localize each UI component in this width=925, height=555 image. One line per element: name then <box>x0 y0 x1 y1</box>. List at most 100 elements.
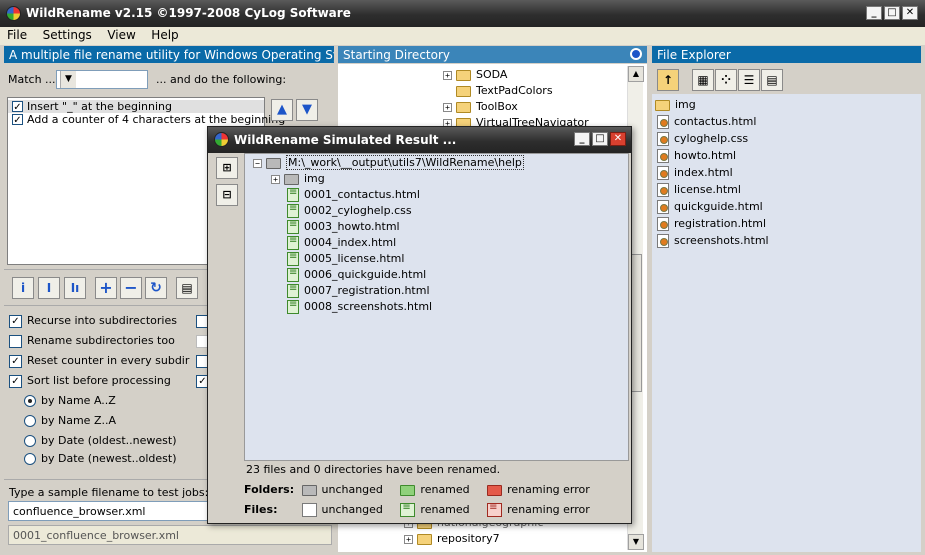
job-item[interactable]: ✓ Insert "_" at the beginning <box>8 100 264 113</box>
legend-files-label: Files: <box>244 503 278 516</box>
radio-button[interactable] <box>24 395 36 407</box>
dialog-close-button[interactable]: ✕ <box>610 132 626 146</box>
result-item-label: img <box>304 172 325 185</box>
dialog-titlebar[interactable]: WildRename Simulated Result ... _ □ ✕ <box>208 127 631 153</box>
refresh-icon[interactable]: ↻ <box>145 277 167 299</box>
list-icon[interactable]: ▤ <box>176 277 198 299</box>
option-recurse[interactable]: ✓ Recurse into subdirectories <box>9 314 177 330</box>
details-view-icon[interactable]: ▤ <box>761 69 783 91</box>
starting-directory-title: Starting Directory <box>343 48 450 62</box>
result-item[interactable]: + img <box>271 172 325 185</box>
chevron-down-icon[interactable]: ▼ <box>60 71 76 88</box>
job-checkbox[interactable]: ✓ <box>12 114 23 126</box>
minimize-button[interactable]: _ <box>866 6 882 20</box>
result-item[interactable]: 0004_index.html <box>287 235 396 250</box>
result-item[interactable]: 0006_quickguide.html <box>287 267 426 282</box>
legend-error: renaming error <box>507 503 590 516</box>
explorer-item-label: registration.html <box>674 217 767 230</box>
explorer-item[interactable]: howto.html <box>657 149 736 163</box>
menu-settings[interactable]: Settings <box>36 27 97 42</box>
maximize-button[interactable]: □ <box>884 6 900 20</box>
menu-file[interactable]: File <box>0 27 32 42</box>
add-icon[interactable]: + <box>95 277 117 299</box>
scroll-down-icon[interactable]: ▼ <box>628 534 644 550</box>
result-item[interactable]: 0001_contactus.html <box>287 187 420 202</box>
expand-icon[interactable]: + <box>443 70 452 80</box>
option-rename-subdirs[interactable]: Rename subdirectories too <box>9 334 175 350</box>
expand-all-icon[interactable]: ⊞ <box>216 157 238 179</box>
tree-node[interactable]: + ToolBox <box>443 100 518 113</box>
tree-node-label: ToolBox <box>476 100 518 113</box>
tree-node[interactable]: + SODA <box>443 68 507 81</box>
file-renamed-icon <box>287 203 299 218</box>
move-up-button[interactable]: ▲ <box>271 99 293 121</box>
result-item[interactable]: 0005_license.html <box>287 251 404 266</box>
option-sort-list[interactable]: ✓ Sort list before processing <box>9 374 171 390</box>
file-error-icon <box>487 502 503 517</box>
expand-icon[interactable]: + <box>271 174 280 184</box>
small-icons-view-icon[interactable]: ⁘ <box>715 69 737 91</box>
collapse-icon[interactable]: − <box>253 158 262 168</box>
sort-name-az[interactable]: by Name A..Z <box>24 394 116 410</box>
file-explorer-list[interactable]: img contactus.html cyloghelp.css howto.h… <box>652 94 921 552</box>
explorer-item[interactable]: registration.html <box>657 217 766 231</box>
radio-button[interactable] <box>24 415 36 427</box>
radio-button[interactable] <box>24 435 36 447</box>
option-checkbox[interactable]: ✓ <box>9 314 22 328</box>
file-renamed-icon <box>287 219 299 234</box>
job-item[interactable]: ✓ Add a counter of 4 characters at the b… <box>8 113 285 126</box>
multi-insert-icon[interactable]: Iı <box>64 277 86 299</box>
scroll-up-icon[interactable]: ▲ <box>628 66 644 82</box>
option-checkbox[interactable] <box>9 334 22 348</box>
collapse-all-icon[interactable]: ⊟ <box>216 184 238 206</box>
explorer-item[interactable]: img <box>655 98 696 111</box>
info-icon[interactable]: i <box>12 277 34 299</box>
result-item[interactable]: 0002_cyloghelp.css <box>287 203 412 218</box>
explorer-item-label: quickguide.html <box>674 200 763 213</box>
job-checkbox[interactable]: ✓ <box>12 101 23 113</box>
file-explorer-toolbar: ↑ ▦ ⁘ ☰ ▤ <box>652 64 921 94</box>
move-down-button[interactable]: ▼ <box>296 99 318 121</box>
expand-icon[interactable]: + <box>404 534 413 544</box>
file-renamed-icon <box>287 299 299 314</box>
result-item[interactable]: 0007_registration.html <box>287 283 430 298</box>
menu-view[interactable]: View <box>100 27 140 42</box>
explorer-item[interactable]: contactus.html <box>657 115 756 129</box>
sort-date-asc[interactable]: by Date (oldest..newest) <box>24 434 176 450</box>
option-checkbox[interactable]: ✓ <box>9 374 22 388</box>
option-checkbox[interactable]: ✓ <box>9 354 22 368</box>
close-button[interactable]: ✕ <box>902 6 918 20</box>
refresh-directory-icon[interactable] <box>630 48 642 60</box>
tree-node[interactable]: + repository7 <box>404 532 500 545</box>
tree-node[interactable]: TextPadColors <box>456 84 553 97</box>
dialog-maximize-button[interactable]: □ <box>592 132 608 146</box>
insert-icon[interactable]: I <box>38 277 60 299</box>
explorer-item[interactable]: cyloghelp.css <box>657 132 748 146</box>
file-explorer-header: File Explorer <box>652 46 921 63</box>
result-item[interactable]: 0003_howto.html <box>287 219 400 234</box>
expand-icon[interactable]: + <box>443 102 452 112</box>
starting-directory-header: Starting Directory <box>338 46 647 63</box>
match-combo[interactable]: *.* ▼ <box>56 70 148 89</box>
explorer-item[interactable]: screenshots.html <box>657 234 769 248</box>
option-reset-counter[interactable]: ✓ Reset counter in every subdir <box>9 354 189 370</box>
explorer-item[interactable]: quickguide.html <box>657 200 763 214</box>
result-item[interactable]: 0008_screenshots.html <box>287 299 432 314</box>
main-titlebar[interactable]: WildRename v2.15 ©1997-2008 CyLog Softwa… <box>0 0 925 27</box>
list-view-icon[interactable]: ☰ <box>738 69 760 91</box>
up-folder-icon[interactable]: ↑ <box>657 69 679 91</box>
legend-error: renaming error <box>507 483 590 496</box>
menu-help[interactable]: Help <box>144 27 183 42</box>
result-tree[interactable]: − M:\_work\__output\utils7\WildRename\hel… <box>244 153 629 461</box>
file-renamed-icon <box>400 502 416 517</box>
large-icons-view-icon[interactable]: ▦ <box>692 69 714 91</box>
sort-name-za[interactable]: by Name Z..A <box>24 414 116 430</box>
explorer-item[interactable]: license.html <box>657 183 741 197</box>
sort-date-desc[interactable]: by Date (newest..oldest) <box>24 452 176 468</box>
option-label: Reset counter in every subdir <box>27 354 190 367</box>
dialog-minimize-button[interactable]: _ <box>574 132 590 146</box>
remove-icon[interactable]: − <box>120 277 142 299</box>
radio-button[interactable] <box>24 453 36 465</box>
explorer-item[interactable]: index.html <box>657 166 733 180</box>
result-root[interactable]: − M:\_work\__output\utils7\WildRename\hel… <box>253 155 524 170</box>
